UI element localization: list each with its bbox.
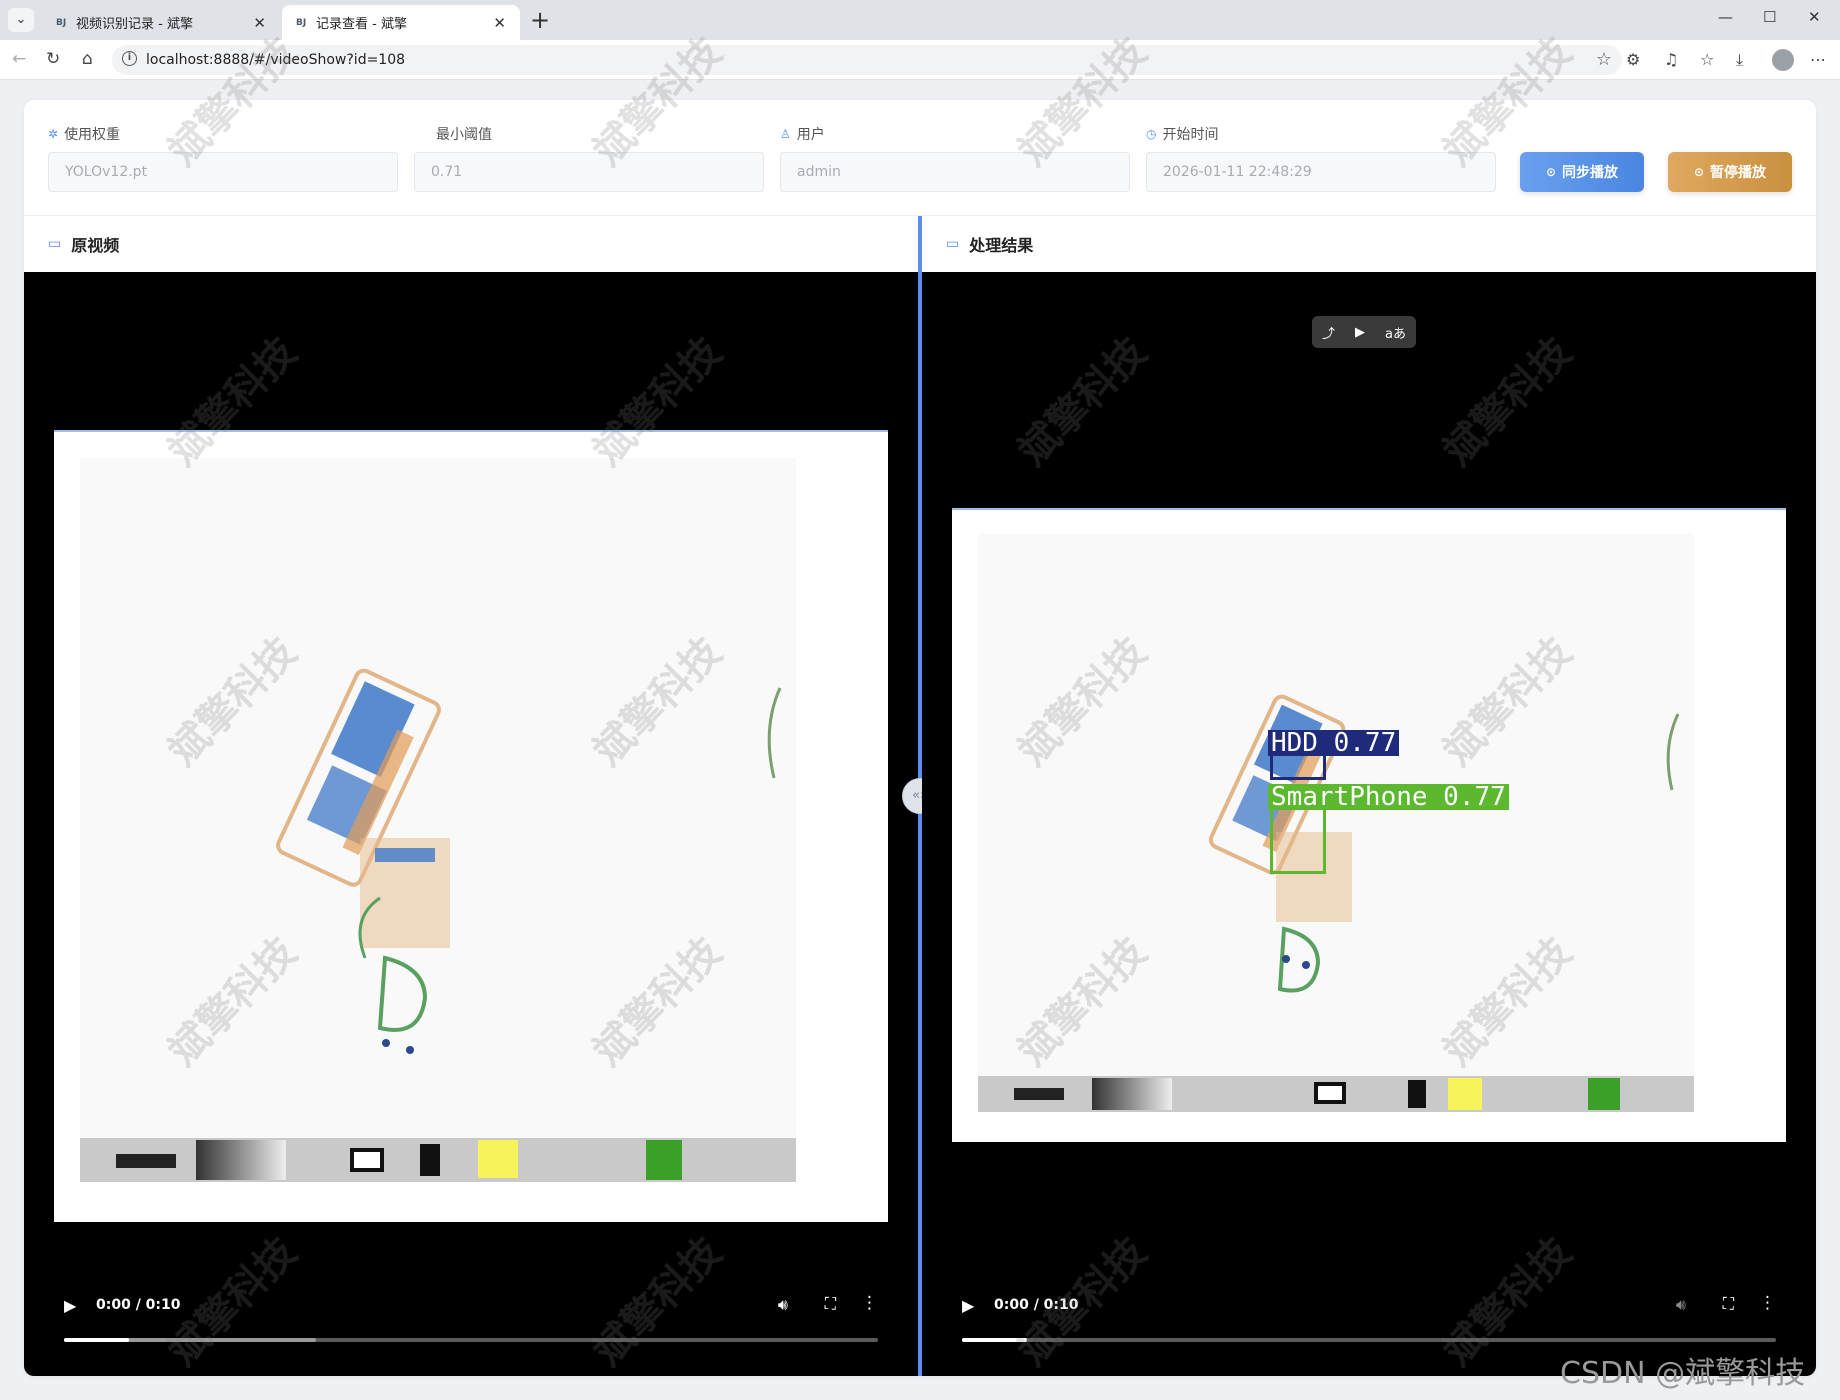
play-visual-search-icon[interactable]: ▶ bbox=[1355, 325, 1365, 340]
address-bar[interactable]: i localhost:8888/#/videoShow?id=108 ☆ bbox=[112, 45, 1622, 75]
reload-icon[interactable]: ↻ bbox=[46, 49, 60, 69]
panel-header: ▭ 处理结果 bbox=[922, 216, 1816, 272]
tab-title: 记录查看 - 斌擎 bbox=[316, 17, 407, 32]
threshold-field[interactable]: 0.71 bbox=[414, 152, 764, 192]
scanner-status-strip bbox=[80, 1138, 796, 1182]
weight-field[interactable]: YOLOv12.pt bbox=[48, 152, 398, 192]
weight-label: ✲ 使用权重 bbox=[48, 127, 121, 143]
maximize-icon[interactable]: ☐ bbox=[1763, 8, 1776, 26]
fullscreen-icon[interactable]: ⛶ bbox=[825, 1294, 836, 1314]
tab-record-view[interactable]: BJ 记录查看 - 斌擎 ✕ bbox=[282, 5, 520, 40]
play-circle-icon: ⊙ bbox=[1545, 165, 1557, 179]
pause-circle-icon: ⊙ bbox=[1693, 165, 1705, 179]
baggage-scan bbox=[276, 668, 782, 1054]
translate-icon[interactable]: aあ bbox=[1385, 323, 1406, 342]
xray-image bbox=[80, 458, 796, 1182]
clock-icon: ◷ bbox=[1146, 127, 1157, 141]
tab-title: 视频识别记录 - 斌擎 bbox=[76, 17, 193, 32]
xray-image: HDD 0.77 SmartPhone 0.77 bbox=[978, 534, 1694, 1112]
pip-icon[interactable]: ⤴ bbox=[1322, 323, 1335, 342]
home-icon[interactable]: ⌂ bbox=[82, 49, 93, 69]
back-arrow-icon[interactable]: ← bbox=[12, 49, 26, 69]
original-video-player[interactable]: ▶ 0:00 / 0:10 🔊︎ ⛶ ⋮ bbox=[24, 272, 918, 1376]
smartphone-detection-label: SmartPhone 0.77 bbox=[1268, 784, 1509, 810]
video-frame: HDD 0.77 SmartPhone 0.77 bbox=[952, 508, 1786, 1142]
favicon: BJ bbox=[56, 17, 67, 28]
favicon: BJ bbox=[296, 17, 307, 28]
result-video-player[interactable]: ⤴ ▶ aあ HDD 0.77 SmartPhone 0.77 ▶ 0:00 /… bbox=[922, 272, 1816, 1376]
favorites-icon[interactable]: ☆ bbox=[1700, 50, 1714, 69]
video-time: 0:00 / 0:10 bbox=[994, 1297, 1079, 1313]
threshold-label: 最小阈值 bbox=[436, 127, 492, 143]
video-frame bbox=[54, 430, 888, 1222]
user-field[interactable]: admin bbox=[780, 152, 1130, 192]
played-bar bbox=[64, 1338, 130, 1342]
video-time: 0:00 / 0:10 bbox=[96, 1297, 181, 1313]
video-camera-icon: ▭ bbox=[48, 236, 62, 252]
tab-list-chevron-icon[interactable]: ⌄ bbox=[8, 8, 34, 32]
monitor-icon: ▭ bbox=[946, 236, 960, 252]
play-icon[interactable]: ▶ bbox=[962, 1296, 974, 1315]
csdn-watermark: CSDN @斌擎科技 bbox=[1560, 1356, 1806, 1391]
site-info-icon[interactable]: i bbox=[122, 51, 137, 66]
result-video-panel: ▭ 处理结果 ⤴ ▶ aあ HDD 0.77 SmartPhone 0.77 ▶… bbox=[922, 216, 1816, 1376]
start-time-field[interactable]: 2026-01-11 22:48:29 bbox=[1146, 152, 1496, 192]
more-menu-icon[interactable]: ⋯ bbox=[1810, 50, 1826, 69]
play-icon[interactable]: ▶ bbox=[64, 1296, 76, 1315]
volume-icon[interactable]: 🔊︎ bbox=[778, 1295, 788, 1315]
pause-play-button[interactable]: ⊙ 暂停播放 bbox=[1668, 152, 1792, 192]
favorite-star-icon[interactable]: ☆ bbox=[1596, 49, 1612, 70]
cpu-icon: ✲ bbox=[48, 127, 59, 141]
user-label: ♙ 用户 bbox=[780, 127, 825, 143]
url-text: localhost:8888/#/videoShow?id=108 bbox=[146, 52, 406, 68]
panel-header: ▭ 原视频 bbox=[24, 216, 918, 272]
video-controls: ▶ 0:00 / 0:10 🔊︎ ⛶ ⋮ bbox=[24, 1272, 918, 1352]
more-options-icon[interactable]: ⋮ bbox=[861, 1293, 878, 1313]
browser-toolbar: ← ↻ ⌂ i localhost:8888/#/videoShow?id=10… bbox=[0, 40, 1840, 80]
panel-title: 处理结果 bbox=[969, 236, 1034, 255]
page: ✲ 使用权重 YOLOv12.pt 最小阈值 0.71 ♙ 用户 admin ◷… bbox=[0, 80, 1840, 1400]
start-time-label: ◷ 开始时间 bbox=[1146, 127, 1219, 143]
video-controls: ▶ 0:00 / 0:10 🔊︎ ⛶ ⋮ bbox=[922, 1272, 1816, 1352]
volume-icon[interactable]: 🔊︎ bbox=[1676, 1295, 1686, 1315]
scanner-status-strip bbox=[978, 1076, 1694, 1112]
original-video-panel: ▭ 原视频 ▶ 0:00 / 0:10 🔊︎ ⛶ ⋮ bbox=[24, 216, 918, 1376]
new-tab-plus-icon[interactable]: + bbox=[530, 6, 550, 34]
progress-track[interactable] bbox=[64, 1338, 878, 1342]
close-tab-icon[interactable]: ✕ bbox=[493, 14, 506, 32]
video-overlay-toolbar: ⤴ ▶ aあ bbox=[1312, 316, 1416, 348]
close-tab-icon[interactable]: ✕ bbox=[253, 14, 266, 32]
progress-track[interactable] bbox=[962, 1338, 1776, 1342]
played-bar bbox=[962, 1338, 1028, 1342]
more-options-icon[interactable]: ⋮ bbox=[1759, 1293, 1776, 1313]
profile-avatar[interactable] bbox=[1772, 49, 1794, 71]
hdd-detection-label: HDD 0.77 bbox=[1268, 730, 1400, 756]
download-icon[interactable]: ⤓ bbox=[1736, 50, 1743, 70]
browser-tabbar: ⌄ BJ 视频识别记录 - 斌擎 ✕ BJ 记录查看 - 斌擎 ✕ + — ☐ … bbox=[0, 0, 1840, 40]
media-icon[interactable]: ♫ bbox=[1664, 50, 1678, 69]
minimize-icon[interactable]: — bbox=[1718, 8, 1733, 26]
fullscreen-icon[interactable]: ⛶ bbox=[1723, 1294, 1734, 1314]
record-card: ✲ 使用权重 YOLOv12.pt 最小阈值 0.71 ♙ 用户 admin ◷… bbox=[24, 100, 1816, 1376]
user-icon: ♙ bbox=[780, 127, 791, 141]
panel-title: 原视频 bbox=[71, 236, 120, 255]
record-info-row: ✲ 使用权重 YOLOv12.pt 最小阈值 0.71 ♙ 用户 admin ◷… bbox=[24, 100, 1816, 216]
extensions-icon[interactable]: ⚙ bbox=[1626, 50, 1640, 69]
sync-play-button[interactable]: ⊙ 同步播放 bbox=[1520, 152, 1644, 192]
close-window-icon[interactable]: ✕ bbox=[1808, 8, 1821, 26]
tab-video-records[interactable]: BJ 视频识别记录 - 斌擎 ✕ bbox=[42, 5, 280, 40]
